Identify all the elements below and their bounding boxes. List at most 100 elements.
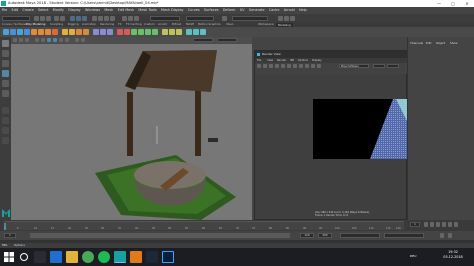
range-start-field[interactable]: 1 (4, 233, 16, 238)
lasso-tool-icon[interactable] (2, 50, 9, 57)
task-view-icon[interactable] (34, 251, 46, 263)
menu-select[interactable]: Select (38, 7, 48, 14)
snap-plane-icon[interactable] (110, 15, 115, 21)
automatic-map-icon[interactable] (200, 29, 206, 35)
time-ruler[interactable]: 1 5 10 15 20 25 30 35 40 45 50 55 60 65 … (4, 221, 404, 230)
render-region-icon[interactable] (275, 64, 279, 68)
play-back-icon[interactable] (436, 222, 440, 227)
menu-mesh[interactable]: Mesh (104, 7, 113, 14)
anim-layer-dropdown[interactable] (384, 233, 424, 238)
keep-image-icon[interactable] (305, 64, 309, 68)
snap-curve-icon[interactable] (98, 15, 103, 21)
poly-cube-icon[interactable] (10, 29, 16, 35)
remove-image-icon[interactable] (311, 64, 315, 68)
move-tool-icon[interactable] (2, 70, 9, 77)
layout-four-icon[interactable] (2, 117, 9, 124)
ipr-render-icon[interactable] (128, 15, 133, 21)
channel-box-tab-edit[interactable]: Edit (426, 41, 431, 45)
menu-mesh-tools[interactable]: Mesh Tools (138, 7, 156, 14)
grid-icon[interactable] (35, 38, 39, 42)
gamma-field[interactable] (217, 38, 237, 42)
sign-in-field[interactable] (232, 15, 268, 21)
poly-sphere-icon[interactable] (3, 29, 9, 35)
poly-plane-icon[interactable] (38, 29, 44, 35)
poly-torus-icon[interactable] (31, 29, 37, 35)
menu-create[interactable]: Create (22, 7, 33, 14)
select-component-icon[interactable] (82, 15, 87, 21)
planar-map-icon[interactable] (193, 29, 199, 35)
vlc-icon[interactable] (130, 251, 142, 263)
close-button[interactable]: ✕ (460, 0, 474, 7)
menu-modify[interactable]: Modify (53, 7, 64, 14)
workspace-dropdown[interactable]: Modeling (276, 22, 293, 27)
scale-tool-icon[interactable] (2, 90, 9, 97)
camera-icon[interactable] (13, 38, 17, 42)
append-polygon-icon[interactable] (176, 29, 182, 35)
wireframe-icon[interactable] (41, 38, 45, 42)
ipr-icon[interactable] (263, 64, 267, 68)
bevel-icon[interactable] (138, 29, 144, 35)
time-slider[interactable]: 1 5 10 15 20 25 30 35 40 45 50 55 60 65 … (0, 220, 474, 231)
play-forward-icon[interactable] (442, 222, 446, 227)
exposure-input[interactable] (373, 64, 385, 68)
extract-icon[interactable] (76, 29, 82, 35)
live-surface-field[interactable] (150, 15, 180, 21)
isolate-select-icon[interactable] (75, 38, 79, 42)
xray-icon[interactable] (81, 38, 85, 42)
rgb-channel-icon[interactable] (287, 64, 291, 68)
fill-hole-icon[interactable] (169, 29, 175, 35)
file-explorer-icon[interactable] (66, 251, 78, 263)
snap-point-icon[interactable] (104, 15, 109, 21)
alpha-channel-icon[interactable] (293, 64, 297, 68)
real-size-icon[interactable] (299, 64, 303, 68)
menu-uv[interactable]: UV (240, 7, 245, 14)
multi-cut-icon[interactable] (152, 29, 158, 35)
windows-start-icon[interactable] (4, 252, 14, 262)
target-weld-icon[interactable] (162, 29, 168, 35)
lights-icon[interactable] (59, 38, 63, 42)
layout-single-icon[interactable] (2, 107, 9, 114)
insert-edge-loop-icon[interactable] (145, 29, 151, 35)
uv-editor-icon[interactable] (186, 29, 192, 35)
steam-icon[interactable] (146, 251, 158, 263)
menu-generate[interactable]: Generate (249, 7, 265, 14)
channel-box-tab-channels[interactable]: Channels (410, 41, 423, 45)
bridge-icon[interactable] (124, 29, 130, 35)
menu-display[interactable]: Display (68, 7, 81, 14)
snapshot-icon[interactable] (281, 64, 285, 68)
menu-edit-mesh[interactable]: Edit Mesh (118, 7, 135, 14)
range-end-field[interactable]: 120 (300, 233, 314, 238)
exposure-field[interactable] (193, 38, 213, 42)
image-slider-icon[interactable] (317, 64, 321, 68)
layout-side-icon[interactable] (2, 127, 9, 134)
menu-edit[interactable]: Edit (12, 7, 19, 14)
step-back-icon[interactable] (430, 222, 434, 227)
user-icon[interactable] (222, 15, 227, 21)
menu-deform[interactable]: Deform (223, 7, 236, 14)
rotate-tool-icon[interactable] (2, 80, 9, 87)
channel-box-tab-object[interactable]: Object (436, 41, 445, 45)
snap-grid-icon[interactable] (92, 15, 97, 21)
range-bar[interactable] (30, 233, 290, 238)
channel-box-tab-show[interactable]: Show (450, 41, 458, 45)
render-current-frame-icon[interactable] (122, 15, 127, 21)
spotify-icon[interactable] (98, 251, 110, 263)
bookmarks-icon[interactable] (25, 38, 29, 42)
lock-camera-icon[interactable] (19, 38, 23, 42)
poly-cylinder-icon[interactable] (17, 29, 23, 35)
gamma-input[interactable] (387, 64, 399, 68)
smooth-shade-icon[interactable] (47, 38, 51, 42)
taskbar-clock[interactable]: 19:32 05.12.2018 (438, 250, 468, 264)
character-set-dropdown[interactable] (340, 233, 380, 238)
textured-icon[interactable] (53, 38, 57, 42)
redo-render-icon[interactable] (257, 64, 261, 68)
separate-icon[interactable] (69, 29, 75, 35)
go-to-start-icon[interactable] (424, 222, 428, 227)
menu-curves[interactable]: Curves (188, 7, 200, 14)
auto-key-icon[interactable] (440, 233, 444, 238)
maya-taskbar-icon[interactable] (114, 251, 126, 263)
current-frame-field[interactable]: 1 (410, 222, 420, 227)
undo-icon[interactable] (54, 15, 59, 21)
maximize-button[interactable]: □ (446, 0, 460, 7)
open-scene-icon[interactable] (40, 15, 45, 21)
